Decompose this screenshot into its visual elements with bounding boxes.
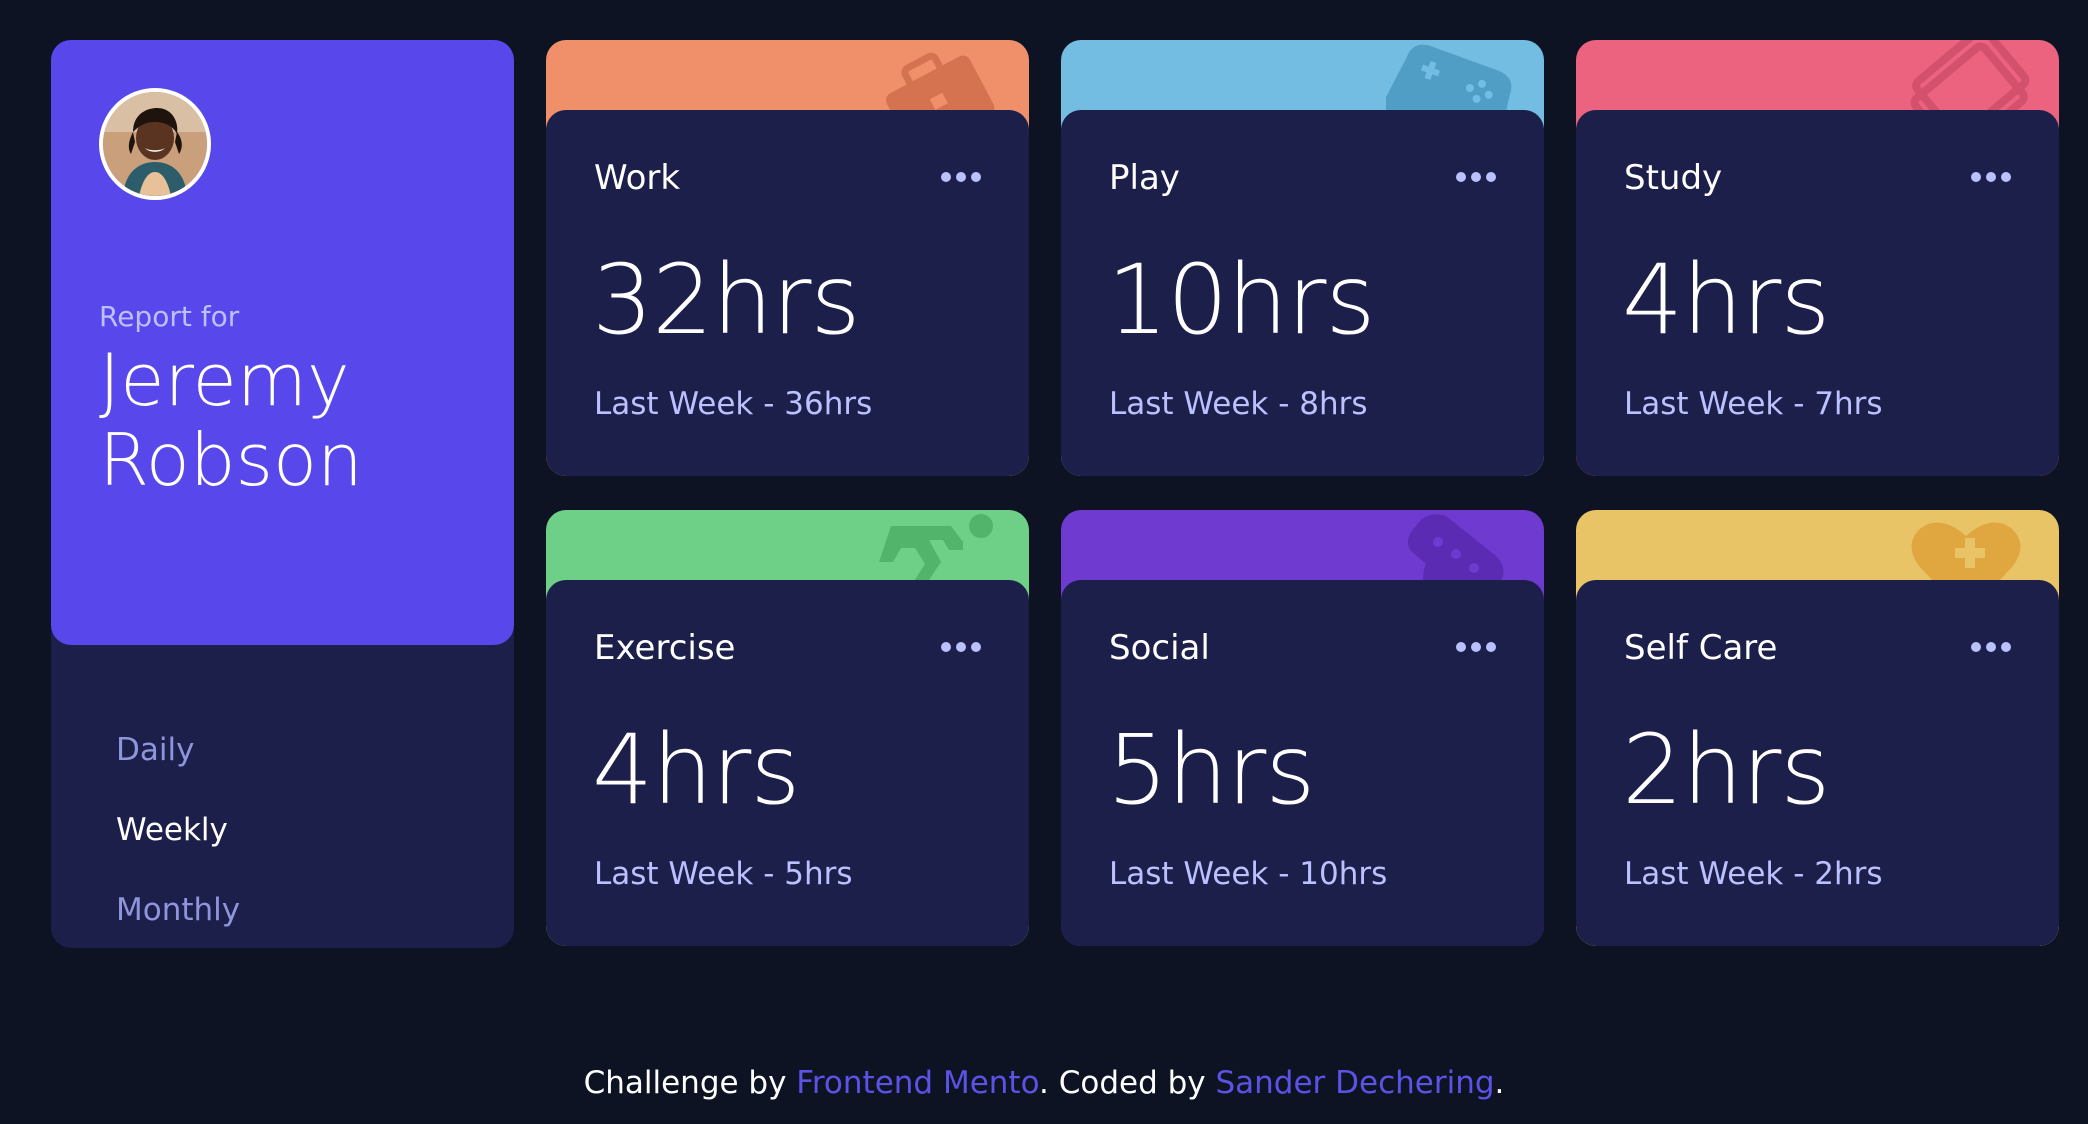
previous-hours: Last Week - 8hrs [1109,386,1368,422]
current-hours: 10hrs [1107,244,1375,356]
activity-card-social: Social 5hrs Last Week - 10hrs [1061,510,1544,946]
previous-hours: Last Week - 36hrs [594,386,873,422]
current-hours: 2hrs [1622,714,1830,826]
activity-card-body: Study 4hrs Last Week - 7hrs [1576,110,2059,476]
ellipsis-icon[interactable] [937,165,985,185]
timeframe-monthly[interactable]: Monthly [116,885,240,965]
timeframe-daily[interactable]: Daily [116,725,240,805]
activity-title: Exercise [594,628,736,668]
timeframe-nav: Daily Weekly Monthly [116,725,240,965]
activity-card-body: Play 10hrs Last Week - 8hrs [1061,110,1544,476]
ellipsis-icon[interactable] [937,635,985,655]
profile-header: Report for Jeremy Robson [51,40,514,645]
ellipsis-icon[interactable] [1967,165,2015,185]
current-hours: 32hrs [592,244,860,356]
frontend-mentor-link[interactable]: Frontend Mento [796,1065,1039,1101]
activity-card-work: Work 32hrs Last Week - 36hrs [546,40,1029,476]
avatar [99,88,211,200]
ellipsis-icon[interactable] [1452,165,1500,185]
profile-card: Report for Jeremy Robson Daily Weekly Mo… [51,40,514,948]
activity-title: Play [1109,158,1180,198]
ellipsis-icon[interactable] [1452,635,1500,655]
user-name: Jeremy Robson [99,338,363,502]
previous-hours: Last Week - 7hrs [1624,386,1883,422]
ellipsis-icon[interactable] [1967,635,2015,655]
activity-title: Study [1624,158,1723,198]
activity-card-body: Work 32hrs Last Week - 36hrs [546,110,1029,476]
activity-card-self-care: Self Care 2hrs Last Week - 2hrs [1576,510,2059,946]
activity-title: Self Care [1624,628,1778,668]
current-hours: 4hrs [1622,244,1830,356]
activity-title: Work [594,158,681,198]
footer-prefix: Challenge by [583,1065,797,1101]
activity-card-body: Self Care 2hrs Last Week - 2hrs [1576,580,2059,946]
activity-title: Social [1109,628,1210,668]
previous-hours: Last Week - 2hrs [1624,856,1883,892]
activity-card-exercise: Exercise 4hrs Last Week - 5hrs [546,510,1029,946]
activity-card-study: Study 4hrs Last Week - 7hrs [1576,40,2059,476]
author-link[interactable]: Sander Dechering [1215,1065,1494,1101]
activity-card-play: Play 10hrs Last Week - 8hrs [1061,40,1544,476]
footer-suffix: . [1494,1065,1505,1101]
previous-hours: Last Week - 5hrs [594,856,853,892]
footer-middle: . Coded by [1039,1065,1216,1101]
previous-hours: Last Week - 10hrs [1109,856,1388,892]
activity-card-body: Social 5hrs Last Week - 10hrs [1061,580,1544,946]
current-hours: 4hrs [592,714,800,826]
time-tracking-dashboard: Report for Jeremy Robson Daily Weekly Mo… [0,0,2088,1124]
report-for-label: Report for [99,300,240,333]
activity-card-body: Exercise 4hrs Last Week - 5hrs [546,580,1029,946]
current-hours: 5hrs [1107,714,1315,826]
timeframe-weekly[interactable]: Weekly [116,805,240,885]
attribution-footer: Challenge by Frontend Mento. Coded by Sa… [0,1065,2088,1101]
